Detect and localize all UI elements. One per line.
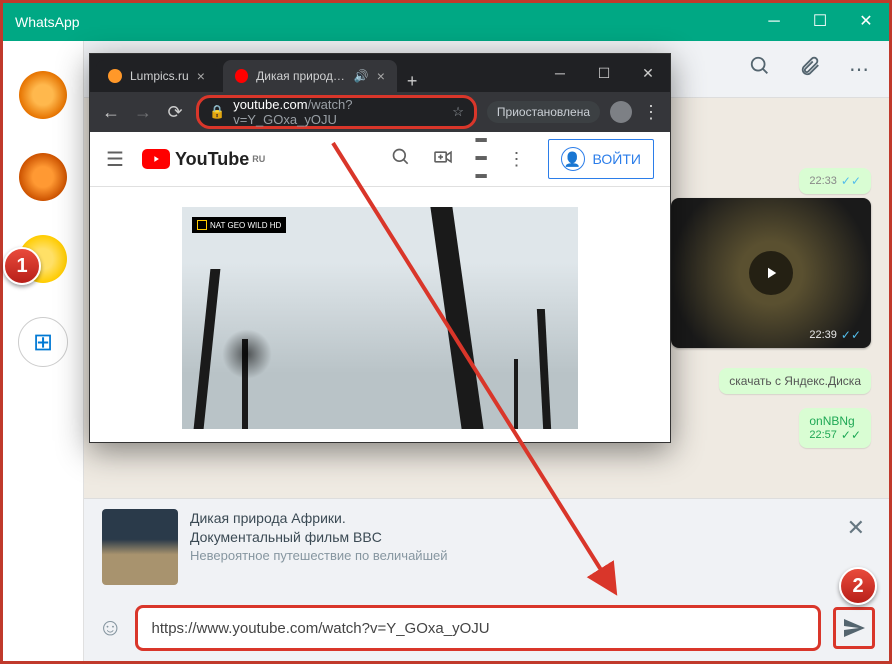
callout-badge: 1 [3,247,41,285]
callout-badge: 2 [839,567,877,605]
